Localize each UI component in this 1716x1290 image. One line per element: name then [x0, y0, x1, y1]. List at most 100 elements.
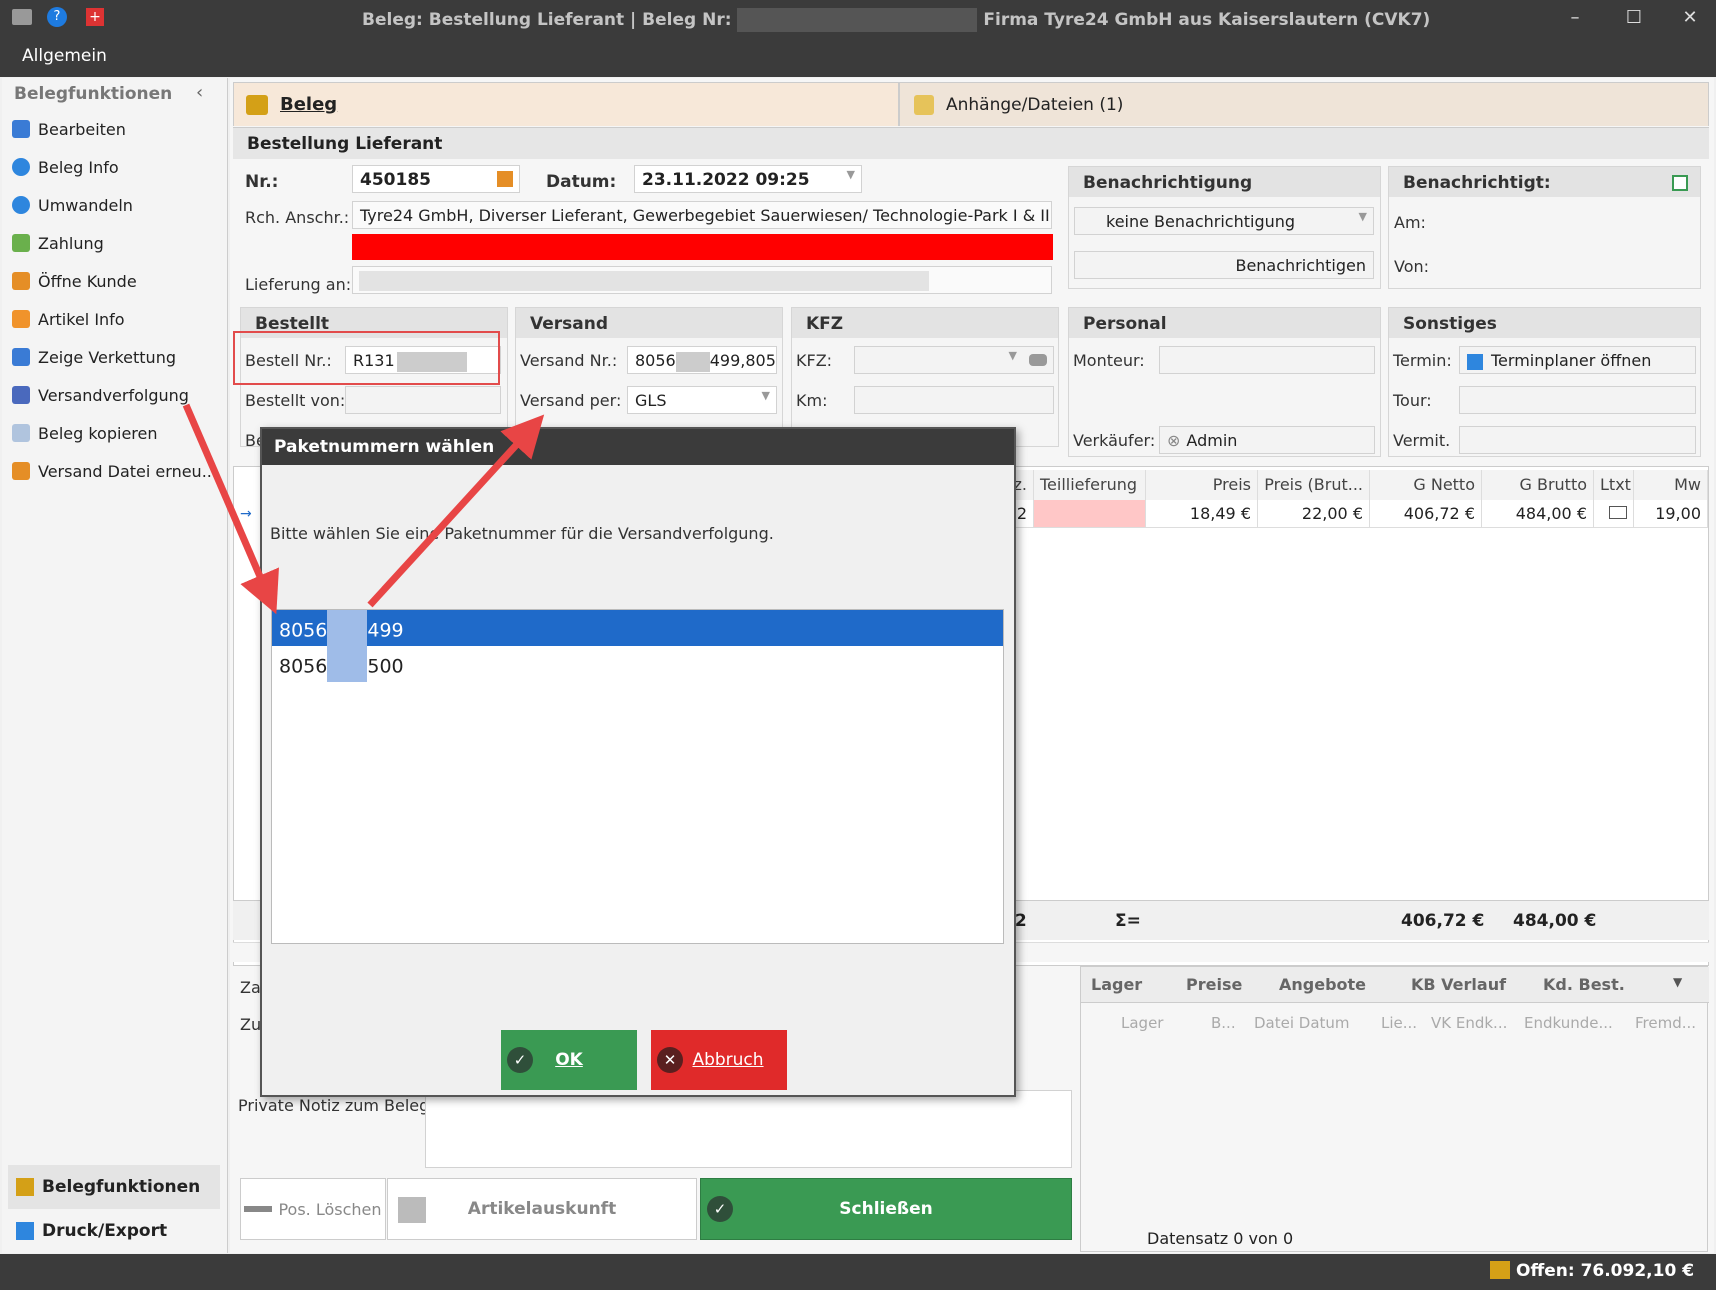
tab-kb-verlauf[interactable]: KB Verlauf [1411, 975, 1506, 994]
sidebar-item-versand-datei[interactable]: Versand Datei erneu... [12, 456, 217, 486]
kfz-select[interactable]: ▼ [854, 346, 1054, 374]
redacted-block [359, 271, 929, 291]
sidebar-item-zahlung[interactable]: Zahlung [12, 228, 104, 258]
table-cell[interactable]: 18,49 € [1146, 500, 1258, 528]
tab-kd-best[interactable]: Kd. Best. [1543, 975, 1625, 994]
record-navigator: Datensatz 0 von 0 [1147, 1229, 1294, 1248]
check-icon: ✓ [507, 1047, 533, 1073]
pos-loeschen-button[interactable]: Pos. Löschen [240, 1178, 386, 1240]
benachrichtigt-checkbox[interactable] [1672, 175, 1688, 191]
copy-icon [12, 424, 30, 442]
datum-field[interactable]: 23.11.2022 09:25 ▼ [634, 165, 862, 193]
note-icon[interactable] [1609, 506, 1627, 519]
car-icon[interactable] [1029, 354, 1047, 366]
tab-beleg[interactable]: Beleg [233, 82, 899, 126]
tab-lager[interactable]: Lager [1091, 975, 1142, 994]
nav-belegfunktionen[interactable]: Belegfunktionen [8, 1165, 220, 1209]
attachment-icon [914, 95, 934, 115]
sidebar-item-umwandeln[interactable]: Umwandeln [12, 190, 133, 220]
window-title: Beleg: Bestellung Lieferant | Beleg Nr: … [362, 8, 1431, 32]
dialog-message: Bitte wählen Sie eine Paketnummer für di… [270, 524, 774, 543]
sidebar-item-artikel-info[interactable]: Artikel Info [12, 304, 125, 334]
sidebar-item-beleg-kopieren[interactable]: Beleg kopieren [12, 418, 158, 448]
file-icon [12, 462, 30, 480]
maximize-button[interactable]: ☐ [1622, 6, 1646, 30]
table-cell[interactable] [1034, 500, 1146, 528]
abbruch-button[interactable]: ✕ Abbruch [651, 1030, 787, 1090]
vermit-field[interactable] [1459, 426, 1696, 454]
benachrichtigt-panel: Benachrichtigt: Am: Von: [1388, 166, 1701, 289]
col-header[interactable]: Preis [1146, 470, 1258, 500]
status-bar: Offen: 76.092,10 € [0, 1254, 1716, 1290]
rch-field[interactable]: Tyre24 GmbH, Diverser Lieferant, Gewerbe… [352, 201, 1052, 229]
sidebar: Belegfunktionen ‹ Bearbeiten Beleg Info … [2, 78, 228, 1253]
tab-angebote[interactable]: Angebote [1279, 975, 1366, 994]
tracking-icon [12, 386, 30, 404]
table-cell[interactable] [1594, 500, 1634, 528]
col-header[interactable]: Ltxt [1594, 470, 1634, 500]
col-header[interactable]: Mw [1634, 470, 1708, 500]
sidebar-header: Belegfunktionen [14, 84, 173, 104]
clear-icon[interactable]: ⊗ [1167, 431, 1180, 450]
collapse-icon[interactable]: ‹ [196, 82, 203, 103]
app-icon[interactable] [12, 9, 32, 25]
sidebar-item-oeffne-kunde[interactable]: Öffne Kunde [12, 266, 137, 296]
bestellt-von-field[interactable] [345, 386, 501, 414]
table-cell[interactable]: 19,00 [1634, 500, 1708, 528]
artikelauskunft-button[interactable]: Artikelauskunft [387, 1178, 697, 1240]
table-cell[interactable]: 484,00 € [1482, 500, 1594, 528]
col-header[interactable]: Teillieferung [1034, 470, 1146, 500]
support-icon[interactable]: + [86, 8, 104, 26]
table-cell[interactable]: 22,00 € [1258, 500, 1370, 528]
offen-total: Offen: 76.092,10 € [1516, 1261, 1695, 1281]
versand-per-select[interactable]: GLS ▼ [627, 386, 777, 414]
schliessen-button[interactable]: ✓ Schließen [700, 1178, 1072, 1240]
calendar-icon [1467, 353, 1483, 370]
close-button[interactable]: ✕ [1678, 6, 1702, 30]
minimize-button[interactable]: – [1563, 6, 1587, 30]
ok-button[interactable]: ✓ OK [501, 1030, 637, 1090]
versand-nr-field[interactable]: 8056499,8056 [627, 346, 777, 374]
payment-icon [12, 234, 30, 252]
nr-field[interactable]: 450185 [352, 165, 520, 193]
chevron-down-icon[interactable]: ▼ [1673, 975, 1682, 989]
lookup-icon[interactable] [497, 171, 513, 187]
article-lookup-icon [398, 1197, 426, 1223]
notiz-textarea[interactable] [425, 1090, 1072, 1168]
sidebar-item-versandverfolgung[interactable]: Versandverfolgung [12, 380, 189, 410]
list-item[interactable]: 8056 499 [272, 610, 1003, 646]
convert-icon [12, 196, 30, 214]
km-field[interactable] [854, 386, 1054, 414]
help-icon[interactable]: ? [47, 7, 67, 27]
menu-allgemein[interactable]: Allgemein [22, 46, 107, 66]
monteur-field[interactable] [1159, 346, 1375, 374]
paketnummern-list[interactable]: 8056 499 8056 500 [271, 609, 1004, 944]
redacted-block [675, 351, 710, 372]
sidebar-item-beleg-info[interactable]: Beleg Info [12, 152, 119, 182]
table-cell[interactable]: 406,72 € [1370, 500, 1482, 528]
redacted-block [327, 610, 368, 646]
list-item[interactable]: 8056 500 [272, 646, 1003, 682]
tab-preise[interactable]: Preise [1186, 975, 1242, 994]
benachrichtigen-button[interactable]: Benachrichtigen [1074, 251, 1374, 279]
lieferung-label: Lieferung an: [245, 275, 352, 294]
verkaeufer-field[interactable]: ⊗ Admin [1159, 426, 1375, 454]
sonstiges-panel: Sonstiges Termin: Terminplaner öffnen To… [1388, 307, 1701, 457]
menu-bar: Allgemein [0, 37, 1716, 77]
nav-druck-export[interactable]: Druck/Export [8, 1209, 220, 1253]
lieferung-field[interactable] [352, 266, 1052, 294]
tab-anhaenge[interactable]: Anhänge/Dateien (1) [899, 82, 1709, 126]
benachrichtigung-select[interactable]: keine Benachrichtigung ▼ [1074, 207, 1374, 235]
col-header[interactable]: Preis (Brut... [1258, 470, 1370, 500]
document-icon [246, 95, 268, 115]
col-header[interactable]: G Brutto [1482, 470, 1594, 500]
terminplaner-button[interactable]: Terminplaner öffnen [1459, 346, 1696, 374]
col-header[interactable]: G Netto [1370, 470, 1482, 500]
sidebar-item-bearbeiten[interactable]: Bearbeiten [12, 114, 126, 144]
datum-label: Datum: [546, 172, 617, 192]
sidebar-item-zeige-verkettung[interactable]: Zeige Verkettung [12, 342, 176, 372]
tour-field[interactable] [1459, 386, 1696, 414]
chevron-down-icon[interactable]: ▼ [847, 168, 855, 181]
benachrichtigung-panel: Benachrichtigung keine Benachrichtigung ▼… [1068, 166, 1381, 289]
chain-icon [12, 348, 30, 366]
